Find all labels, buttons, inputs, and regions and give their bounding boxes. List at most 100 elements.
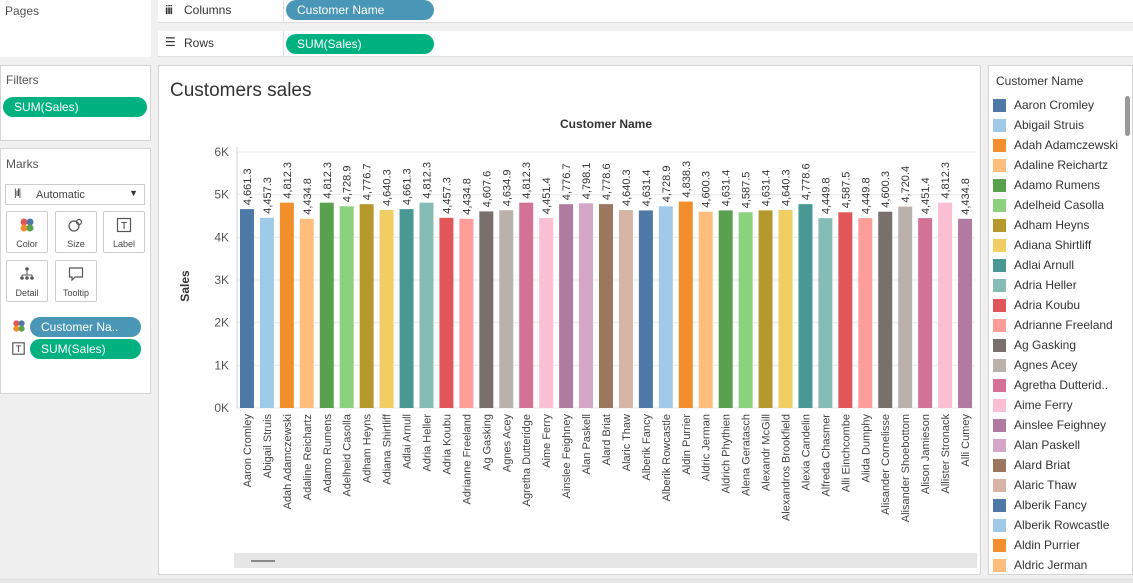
legend-swatch: [993, 459, 1006, 472]
x-tick-label: Allister Stronack: [940, 414, 952, 494]
color-button[interactable]: Color: [6, 211, 48, 253]
x-tick-label: Adamo Rumens: [322, 414, 334, 493]
detail-button[interactable]: Detail: [6, 260, 48, 302]
color-legend: Customer Name Aaron Cromley Abigail Strui…: [988, 65, 1133, 575]
x-tick-label: Alexia Candelin: [800, 414, 812, 490]
legend-swatch: [993, 299, 1006, 312]
horizontal-scrollbar[interactable]: [234, 553, 977, 568]
data-label: 4,451.4: [541, 177, 553, 214]
rows-pill[interactable]: SUM(Sales): [286, 34, 434, 54]
legend-swatch: [993, 479, 1006, 492]
legend-label: Alberik Fancy: [1014, 498, 1087, 512]
data-label: 4,728.9: [342, 166, 354, 203]
legend-label: Alaric Thaw: [1014, 478, 1077, 492]
label-field-pill[interactable]: SUM(Sales): [30, 339, 141, 359]
data-label: 4,631.4: [721, 170, 733, 207]
bar: [279, 202, 294, 408]
filter-pill[interactable]: SUM(Sales): [3, 97, 147, 117]
data-label: 4,587.5: [840, 172, 852, 209]
data-label: 4,434.8: [302, 178, 314, 215]
data-label: 4,449.8: [820, 177, 832, 214]
legend-label: Ag Gasking: [1014, 338, 1077, 352]
scrollbar-thumb[interactable]: [251, 560, 275, 562]
legend-swatch: [993, 159, 1006, 172]
x-tick-label: Alida Dumphy: [860, 414, 872, 483]
x-tick-label: Alberik Fancy: [641, 414, 653, 481]
bar: [938, 202, 953, 408]
legend-label: Aldin Purrier: [1014, 538, 1081, 552]
tooltip-button[interactable]: Tooltip: [55, 260, 97, 302]
data-label: 4,778.6: [800, 163, 812, 200]
legend-swatch: [993, 139, 1006, 152]
label-field-icon: T: [12, 342, 25, 360]
legend-label: Agretha Dutterid..: [1014, 378, 1109, 392]
y-tick-label: 0K: [214, 401, 229, 415]
x-tick-label: Aldric Jerman: [701, 414, 713, 481]
legend-scrollbar[interactable]: [1125, 96, 1130, 136]
legend-label: Adria Heller: [1014, 278, 1077, 292]
legend-label: Aaron Cromley: [1014, 98, 1095, 112]
bar: [918, 218, 933, 408]
column-header: Customer Name: [560, 117, 652, 131]
x-tick-label: Ainslee Feighney: [561, 414, 573, 499]
x-tick-label: Alisander Shoebottom: [900, 414, 912, 522]
bar: [319, 202, 334, 408]
size-icon: [56, 217, 96, 239]
data-label: 4,776.7: [561, 163, 573, 200]
legend-swatch: [993, 439, 1006, 452]
data-label: 4,631.4: [641, 170, 653, 207]
bar-chart: Customer Name Sales 0K 1K 2K 3K 4K 5K 6K 4,661.3 A…: [178, 117, 975, 522]
x-tick-label: Adria Heller: [421, 414, 433, 472]
legend-label: Agnes Acey: [1014, 358, 1078, 372]
y-tick-label: 1K: [214, 358, 229, 372]
data-label: 4,661.3: [242, 168, 254, 205]
data-label: 4,434.8: [960, 178, 972, 215]
data-label: 4,640.3: [382, 169, 394, 206]
data-label: 4,776.7: [362, 163, 374, 200]
color-field-pill[interactable]: Customer Na..: [30, 317, 141, 337]
data-label: 4,728.9: [661, 166, 673, 203]
data-label: 4,449.8: [860, 177, 872, 214]
data-label: 4,812.3: [322, 162, 334, 199]
bar: [259, 217, 274, 408]
legend-swatch: [993, 359, 1006, 372]
legend-swatch: [993, 219, 1006, 232]
legend-swatch: [993, 279, 1006, 292]
legend-swatch: [993, 339, 1006, 352]
x-tick-label: Adaline Reichartz: [302, 414, 314, 500]
svg-text:T: T: [16, 344, 22, 354]
legend-swatch: [993, 199, 1006, 212]
bottom-border: [0, 578, 1133, 583]
bar: [479, 211, 494, 408]
svg-text:T: T: [121, 221, 127, 232]
label-button[interactable]: T Label: [103, 211, 145, 253]
x-tick-label: Aldin Purrier: [681, 414, 693, 475]
data-label: 4,640.3: [621, 169, 633, 206]
legend-swatch: [993, 419, 1006, 432]
x-tick-label: Alaric Thaw: [621, 414, 633, 471]
y-tick-label: 3K: [214, 273, 229, 287]
pages-shelf[interactable]: Pages: [0, 0, 151, 57]
bar: [439, 217, 454, 408]
mark-type-dropdown[interactable]: |ıl| Automatic ▼: [5, 184, 145, 205]
x-tick-label: Abigail Struis: [262, 414, 274, 479]
data-label: 4,457.3: [441, 177, 453, 214]
size-button[interactable]: Size: [55, 211, 97, 253]
x-tick-label: Adria Koubu: [441, 414, 453, 475]
bar: [638, 210, 653, 408]
bar: [459, 218, 474, 408]
x-tick-label: Alisander Cornelisse: [880, 414, 892, 515]
columns-pill[interactable]: Customer Name: [286, 0, 434, 20]
filters-title: Filters: [6, 73, 39, 87]
legend-label: Adelheid Casolla: [1014, 198, 1105, 212]
data-label: 4,838.3: [681, 161, 693, 198]
x-tick-label: Adham Heyns: [362, 414, 374, 484]
data-label: 4,720.4: [900, 166, 912, 203]
x-tick-label: Agretha Dutteridge: [521, 414, 533, 506]
legend-swatch: [993, 119, 1006, 132]
data-label: 4,812.3: [521, 162, 533, 199]
bar: [339, 206, 354, 408]
y-tick-label: 6K: [214, 145, 229, 159]
x-tick-label: Alfreda Chasmer: [820, 414, 832, 497]
x-tick-label: Aldrich Phythien: [721, 414, 733, 494]
